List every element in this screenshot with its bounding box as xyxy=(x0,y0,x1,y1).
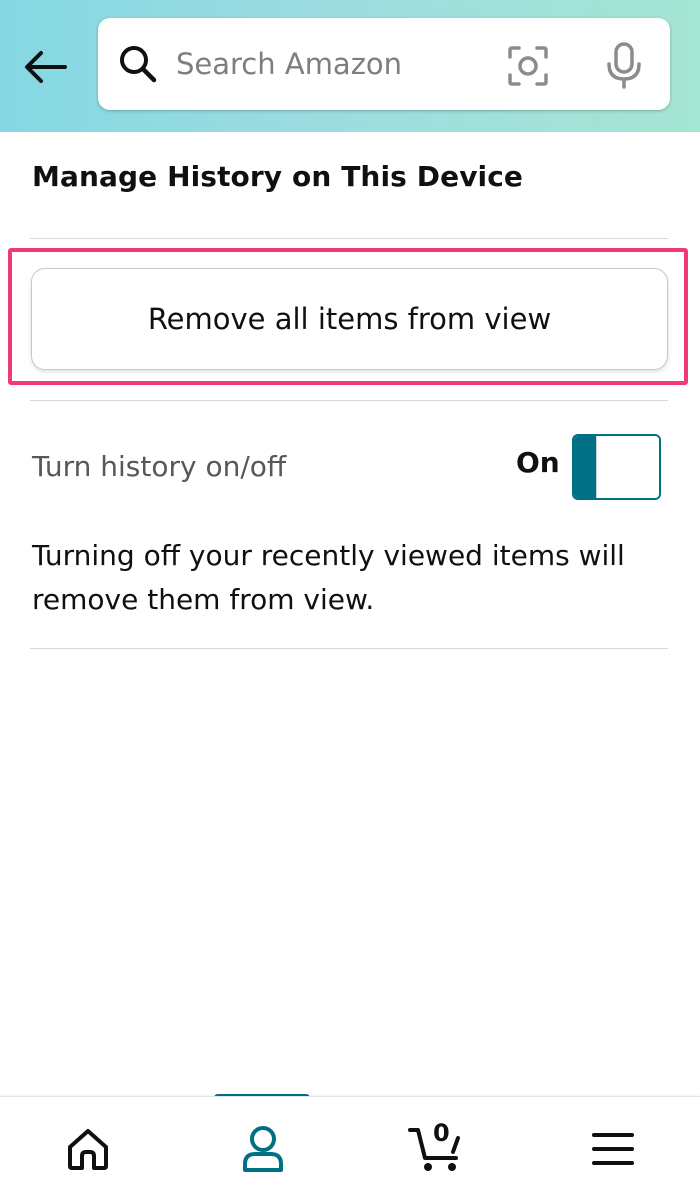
divider xyxy=(30,648,668,649)
bottom-navigation xyxy=(0,1096,700,1201)
microphone-icon[interactable] xyxy=(600,40,648,90)
history-toggle-label: Turn history on/off xyxy=(32,450,287,483)
toggle-track xyxy=(574,436,596,498)
nav-home[interactable] xyxy=(0,1097,175,1201)
remove-all-items-button[interactable]: Remove all items from view xyxy=(31,268,668,370)
history-toggle-switch[interactable] xyxy=(572,434,661,500)
home-icon xyxy=(67,1129,108,1170)
nav-menu[interactable] xyxy=(525,1097,700,1201)
cart-count-badge: 0 xyxy=(433,1119,450,1147)
account-icon xyxy=(242,1126,283,1172)
search-bar[interactable] xyxy=(98,18,670,110)
nav-cart[interactable] xyxy=(350,1097,525,1201)
toggle-knob xyxy=(596,436,659,498)
history-description: Turning off your recently viewed items w… xyxy=(32,539,625,616)
search-icon xyxy=(120,46,157,83)
top-header xyxy=(0,0,700,132)
camera-icon[interactable] xyxy=(504,42,552,90)
page-title: Manage History on This Device xyxy=(32,160,524,193)
divider xyxy=(30,238,668,239)
toggle-state-label: On xyxy=(516,446,560,479)
back-arrow-icon xyxy=(25,51,67,83)
divider xyxy=(30,400,668,401)
search-input[interactable] xyxy=(176,40,486,88)
back-button[interactable] xyxy=(20,44,70,90)
nav-account[interactable] xyxy=(175,1097,350,1201)
menu-icon xyxy=(591,1133,634,1165)
